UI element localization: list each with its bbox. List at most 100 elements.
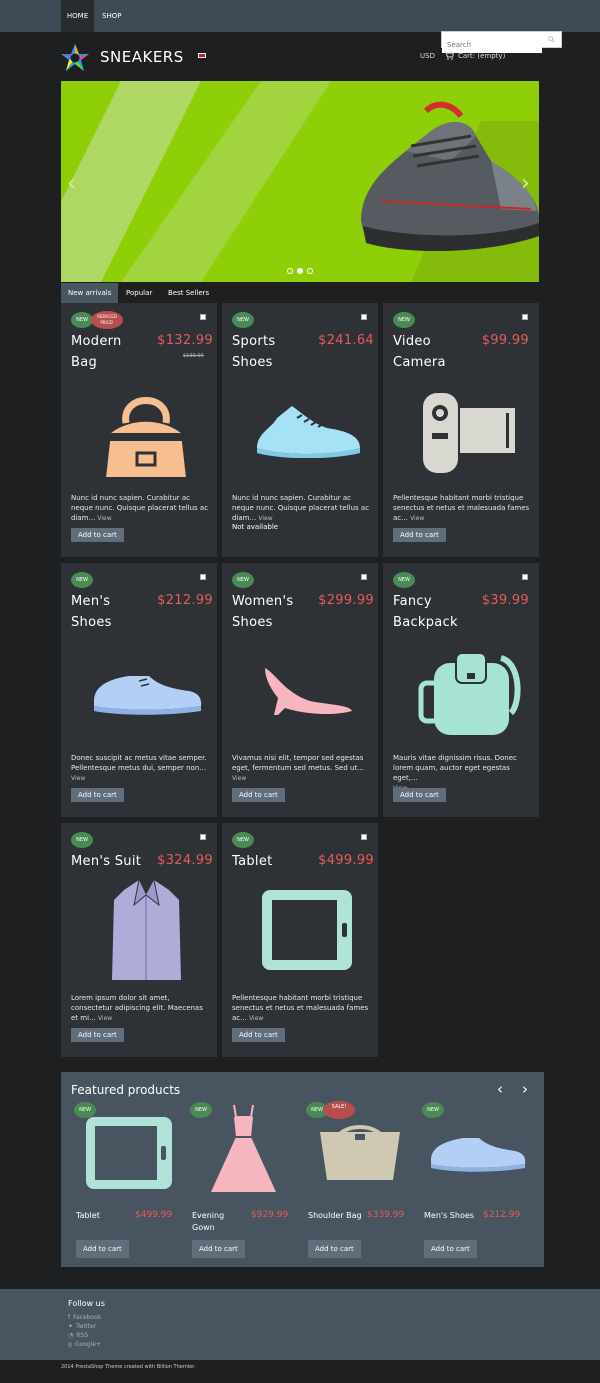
slider-dot-active[interactable] [297, 268, 303, 274]
language-flag-icon[interactable] [198, 53, 206, 58]
compare-checkbox[interactable] [361, 314, 367, 320]
availability-status: Not available [232, 523, 279, 531]
compare-checkbox[interactable] [200, 574, 206, 580]
video-camera-image[interactable] [418, 388, 518, 478]
view-link[interactable]: View [249, 1015, 263, 1022]
product-card[interactable]: NEW Men's Suit $324.99 Lorem ipsum dolor… [61, 823, 217, 1057]
compare-checkbox[interactable] [522, 314, 528, 320]
product-description: Pellentesque habitant morbi tristique se… [393, 494, 530, 522]
add-to-cart-button[interactable]: Add to cart [393, 528, 446, 542]
suit-image[interactable] [109, 875, 184, 985]
rss-label: RSS [76, 1332, 89, 1339]
add-to-cart-button[interactable]: Add to cart [308, 1240, 361, 1258]
featured-item-name[interactable]: Shoulder Bag [308, 1210, 368, 1222]
add-to-cart-button[interactable]: Add to cart [192, 1240, 245, 1258]
tab-best-sellers[interactable]: Best Sellers [161, 283, 216, 303]
twitter-link[interactable]: ✦ Twitter [68, 1323, 96, 1330]
slider-prev-icon[interactable]: ‹ [67, 171, 76, 196]
new-badge: NEW [71, 832, 93, 848]
view-link[interactable]: View [258, 515, 272, 522]
bag-image[interactable] [101, 383, 191, 483]
top-nav: HOME SHOP [0, 0, 600, 32]
tab-popular[interactable]: Popular [119, 283, 159, 303]
add-to-cart-button[interactable]: Add to cart [71, 528, 124, 542]
featured-title: Featured products [71, 1083, 181, 1097]
follow-us-title: Follow us [68, 1299, 105, 1308]
brand-name[interactable]: SNEAKERS [100, 48, 184, 66]
compare-checkbox[interactable] [522, 574, 528, 580]
featured-item-name[interactable]: Tablet [76, 1210, 121, 1222]
featured-prev-icon[interactable]: ‹ [497, 1080, 503, 1098]
copyright: 2014 PrestaShop Theme created with Billi… [61, 1364, 196, 1370]
product-description: Pellentesque habitant morbi tristique se… [232, 994, 369, 1022]
nav-shop[interactable]: SHOP [96, 0, 127, 32]
compare-checkbox[interactable] [361, 834, 367, 840]
product-card[interactable]: NEW Sports Shoes $241.64 Nunc id nunc sa… [222, 303, 378, 557]
product-card[interactable]: NEW Video Camera $99.99 Pellentesque hab… [383, 303, 539, 557]
slider-next-icon[interactable]: › [521, 171, 530, 196]
product-description: Nunc id nunc sapien. Curabitur ac neque … [71, 494, 209, 522]
product-description: Donec suscipit ac metus vitae semper. Pe… [71, 754, 207, 782]
view-link[interactable]: View [98, 1015, 112, 1022]
old-price: $139.99 [183, 353, 204, 359]
featured-item-name[interactable]: Evening Gown [192, 1210, 237, 1234]
product-card[interactable]: NEW Fancy Backpack $39.99 Mauris vitae d… [383, 563, 539, 817]
mens-shoe-image[interactable] [427, 1134, 527, 1174]
nav-home[interactable]: HOME [61, 0, 94, 32]
featured-products: Featured products ‹ › NEW Tablet $499.99… [61, 1072, 544, 1267]
google-plus-link[interactable]: g Google+ [68, 1341, 101, 1348]
featured-item-price: $929.99 [251, 1210, 289, 1220]
hero-slider[interactable]: ‹ › [61, 81, 539, 282]
new-badge: NEW [393, 572, 415, 588]
add-to-cart-button[interactable]: Add to cart [424, 1240, 477, 1258]
search-box [441, 31, 562, 53]
facebook-label: Facebook [73, 1314, 102, 1321]
add-to-cart-button[interactable]: Add to cart [232, 1028, 285, 1042]
shoulder-bag-image[interactable] [315, 1122, 405, 1182]
new-badge: NEW [71, 312, 93, 328]
product-price: $499.99 [318, 853, 374, 868]
logo-icon[interactable] [60, 43, 90, 73]
featured-item-price: $339.99 [367, 1210, 405, 1220]
new-badge: NEW [393, 312, 415, 328]
search-icon[interactable] [548, 36, 555, 43]
add-to-cart-button[interactable]: Add to cart [71, 1028, 124, 1042]
new-badge: NEW [71, 572, 93, 588]
view-link[interactable]: View [410, 515, 424, 522]
slider-dot[interactable] [307, 268, 313, 274]
cart-link[interactable]: Cart: (empty) [444, 51, 505, 60]
tab-new-arrivals[interactable]: New arrivals [61, 283, 119, 303]
tablet-image[interactable] [83, 1114, 175, 1192]
compare-checkbox[interactable] [200, 314, 206, 320]
add-to-cart-button[interactable]: Add to cart [71, 788, 124, 802]
mens-shoe-image[interactable] [89, 671, 204, 716]
product-card[interactable]: NEW Men's Shoes $212.99 Donec suscipit a… [61, 563, 217, 817]
reduced-price-badge: REDUCED PRICE! [91, 311, 123, 329]
facebook-link[interactable]: f Facebook [68, 1314, 101, 1321]
sale-badge: SALE! [323, 1101, 355, 1119]
evening-gown-image[interactable] [206, 1102, 281, 1197]
cart-label: Cart: (empty) [458, 51, 506, 60]
compare-checkbox[interactable] [361, 574, 367, 580]
currency-selector[interactable]: USD [420, 52, 435, 60]
add-to-cart-button[interactable]: Add to cart [232, 788, 285, 802]
view-link[interactable]: View [97, 515, 111, 522]
product-card[interactable]: NEW Tablet $499.99 Pellentesque habitant… [222, 823, 378, 1057]
featured-item-name[interactable]: Men's Shoes [424, 1210, 484, 1222]
product-card[interactable]: NEW REDUCED PRICE! Modern Bag $132.99 $1… [61, 303, 217, 557]
slider-dot[interactable] [287, 268, 293, 274]
add-to-cart-button[interactable]: Add to cart [393, 788, 446, 802]
add-to-cart-button[interactable]: Add to cart [76, 1240, 129, 1258]
sports-shoe-image[interactable] [252, 398, 362, 458]
product-card[interactable]: NEW Women's Shoes $299.99 Vivamus nisi e… [222, 563, 378, 817]
compare-checkbox[interactable] [200, 834, 206, 840]
view-link[interactable]: View [232, 775, 246, 782]
new-badge: NEW [232, 572, 254, 588]
view-link[interactable]: View [71, 775, 85, 782]
tablet-image[interactable] [257, 885, 357, 975]
twitter-label: Twitter [76, 1323, 97, 1330]
rss-link[interactable]: ◔ RSS [68, 1332, 88, 1339]
heel-shoe-image[interactable] [260, 663, 355, 718]
backpack-image[interactable] [416, 643, 526, 738]
featured-next-icon[interactable]: › [522, 1080, 528, 1098]
